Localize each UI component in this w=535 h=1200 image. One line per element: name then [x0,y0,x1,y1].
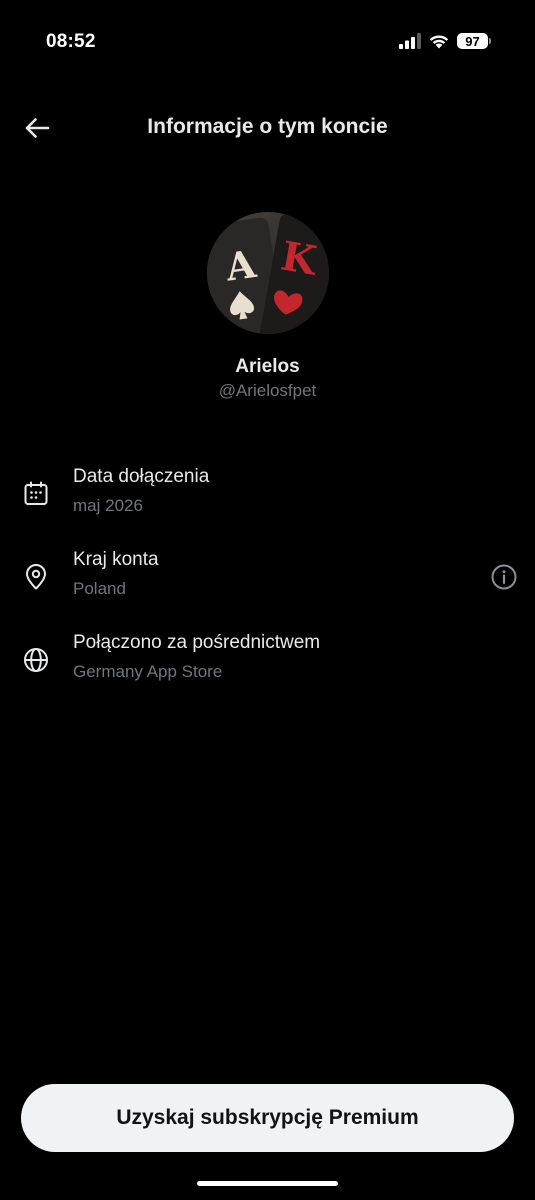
info-icon[interactable] [490,563,518,591]
profile-handle: @Arielosfpet [218,381,317,400]
battery-level: 97 [457,33,488,49]
status-time: 08:52 [46,31,96,52]
location-pin-icon [26,564,46,590]
info-row-join-date: Data dołączenia maj 2026 [0,463,535,533]
calendar-icon [24,481,48,505]
row-value: Germany App Store [73,662,223,681]
page-title: Informacje o tym koncie [147,115,388,138]
home-indicator [197,1181,338,1186]
avatar[interactable]: A K [207,212,329,334]
wifi-icon [429,35,449,49]
profile-name: Arielos [235,356,300,377]
header: Informacje o tym koncie [0,100,535,156]
row-value: Poland [73,579,126,598]
info-row-account-country: Kraj konta Poland [0,546,535,616]
row-title: Data dołączenia [73,466,210,487]
avatar-image: A K [207,212,329,334]
globe-icon [24,648,48,672]
row-title: Połączono za pośrednictwem [73,632,321,653]
row-title: Kraj konta [73,549,159,570]
info-row-connected-via: Połączono za pośrednictwem Germany App S… [0,629,535,699]
status-bar: 08:52 97 [0,0,535,88]
battery-icon: 97 [457,33,491,49]
signal-icon [399,33,421,49]
status-icons: 97 [399,33,491,49]
battery-cap [489,38,491,44]
row-value: maj 2026 [73,496,143,515]
premium-subscription-button[interactable]: Uzyskaj subskrypcję Premium [21,1084,514,1152]
